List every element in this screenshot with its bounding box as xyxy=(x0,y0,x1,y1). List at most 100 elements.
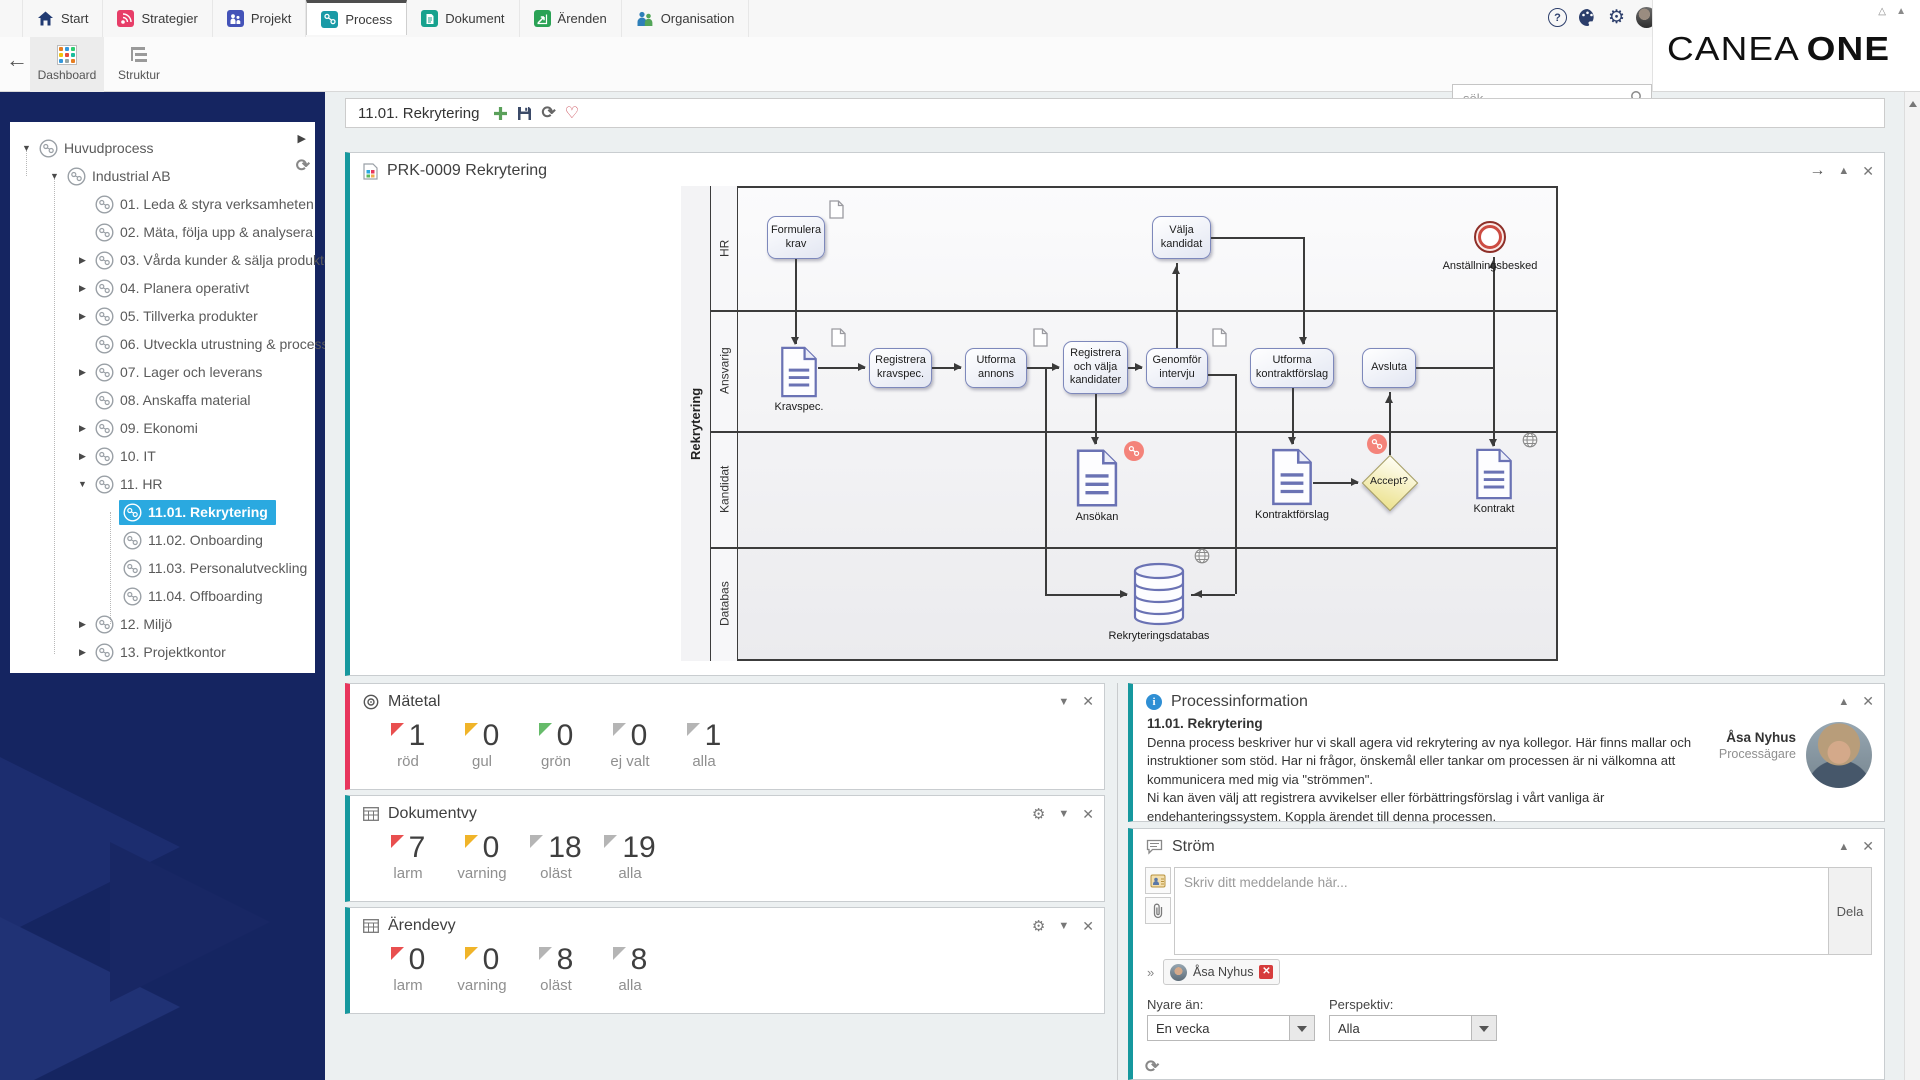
help-icon[interactable]: ? xyxy=(1548,8,1567,27)
stat-varning[interactable]: 0varning xyxy=(456,832,508,882)
tab-arenden[interactable]: Ärenden xyxy=(520,0,622,37)
tree-item-11-01-rekrytering[interactable]: 11.01. Rekrytering xyxy=(10,498,315,526)
remove-recipient-icon[interactable]: ✕ xyxy=(1259,965,1273,979)
tree-item-04-planera-operativt[interactable]: ▶ 04. Planera operativt xyxy=(10,274,315,302)
stat-larm[interactable]: 7larm xyxy=(382,832,434,882)
tree-expander-icon[interactable]: ▶ xyxy=(74,647,91,658)
bpmn-doc-kontraktforslag_doc[interactable] xyxy=(1271,448,1313,511)
tree-item-13-projektkontor[interactable]: ▶ 13. Projektkontor xyxy=(10,638,315,666)
bpmn-doc-ansokan_doc[interactable] xyxy=(1076,448,1118,513)
scroll-top-icon[interactable]: ▲ xyxy=(1896,6,1906,17)
tree-item-10-it[interactable]: ▶ 10. IT xyxy=(10,442,315,470)
tree-expander-icon[interactable]: ▶ xyxy=(74,255,91,266)
stream-refresh-icon[interactable]: ⟳ xyxy=(1145,1057,1159,1077)
attach-button[interactable] xyxy=(1145,897,1171,924)
close-panel-icon[interactable]: ✕ xyxy=(1862,163,1874,180)
collapse-panel-icon[interactable]: ▼ xyxy=(1058,920,1069,932)
tree-expander-icon[interactable]: ▶ xyxy=(74,423,91,434)
newer-than-select[interactable]: En vecka xyxy=(1147,1015,1315,1041)
refresh-icon[interactable]: ⟳ xyxy=(541,103,555,123)
bpmn-task-registrera_valja[interactable]: Registrera och välja kandidater xyxy=(1063,341,1128,394)
stat-alla[interactable]: 8alla xyxy=(604,944,656,994)
tree-item-11-04-offboarding[interactable]: 11.04. Offboarding xyxy=(10,582,315,610)
tree-item-11-03-personalutveckling[interactable]: 11.03. Personalutveckling xyxy=(10,554,315,582)
bpmn-task-utforma_kontrakt[interactable]: Utforma kontraktförslag xyxy=(1250,348,1334,388)
tab-organisation[interactable]: Organisation xyxy=(622,0,750,37)
collapse-window-icon[interactable]: △ xyxy=(1878,6,1886,17)
settings-gear-icon[interactable]: ⚙ xyxy=(1032,805,1045,823)
close-panel-icon[interactable]: ✕ xyxy=(1082,806,1094,823)
add-icon[interactable] xyxy=(493,106,508,121)
stat-oläst[interactable]: 8oläst xyxy=(530,944,582,994)
tree-item-08-anskaffa-material[interactable]: 08. Anskaffa material xyxy=(10,386,315,414)
recipient-chip[interactable]: Åsa Nyhus ✕ xyxy=(1163,959,1280,985)
tree-item-07-lager-och-leverans[interactable]: ▶ 07. Lager och leverans xyxy=(10,358,315,386)
collapse-panel-icon[interactable]: ▼ xyxy=(1058,808,1069,820)
tree-item-industrial-ab[interactable]: ▼ Industrial AB xyxy=(10,162,315,190)
tree-item-huvudprocess[interactable]: ▼ Huvudprocess xyxy=(10,134,315,162)
scroll-up-icon[interactable] xyxy=(1909,97,1917,107)
bpmn-doc-kontrakt_doc[interactable] xyxy=(1474,448,1514,505)
bpmn-task-avsluta[interactable]: Avsluta xyxy=(1362,348,1416,388)
collapse-panel-icon[interactable]: ▲ xyxy=(1838,696,1849,708)
bpmn-doc-kravspec_doc[interactable] xyxy=(780,346,818,403)
dropdown-arrow-icon[interactable] xyxy=(1289,1016,1314,1040)
owner-avatar[interactable] xyxy=(1806,722,1872,788)
bpmn-task-registrera[interactable]: Registrera kravspec. xyxy=(869,348,932,388)
stat-röd[interactable]: 1röd xyxy=(382,720,434,770)
tree-expander-icon[interactable]: ▶ xyxy=(74,367,91,378)
tree-item-02-m-ta-f-lja-upp-analysera[interactable]: 02. Mäta, följa upp & analysera xyxy=(10,218,315,246)
bpmn-task-formulera[interactable]: Formulera krav xyxy=(767,216,825,259)
save-icon[interactable] xyxy=(517,106,532,121)
tab-process[interactable]: Process xyxy=(306,0,407,35)
tab-projekt[interactable]: Projekt xyxy=(213,0,306,37)
tree-expander-icon[interactable]: ▶ xyxy=(74,619,91,630)
subtab-dashboard[interactable]: Dashboard xyxy=(30,37,104,92)
stat-gul[interactable]: 0gul xyxy=(456,720,508,770)
close-panel-icon[interactable]: ✕ xyxy=(1082,693,1094,710)
open-diagram-icon[interactable]: → xyxy=(1809,162,1825,180)
tree-expander-icon[interactable]: ▶ xyxy=(74,451,91,462)
palette-icon[interactable] xyxy=(1578,8,1597,27)
tab-start[interactable]: Start xyxy=(22,0,103,37)
tab-strategier[interactable]: Strategier xyxy=(103,0,212,37)
tree-expander-icon[interactable]: ▶ xyxy=(74,283,91,294)
favorite-heart-icon[interactable]: ♡ xyxy=(565,103,579,123)
tree-expander-icon[interactable]: ▼ xyxy=(46,171,63,181)
main-scrollbar[interactable] xyxy=(1904,92,1920,1080)
close-panel-icon[interactable]: ✕ xyxy=(1862,693,1874,710)
share-button[interactable]: Dela xyxy=(1828,867,1872,955)
dropdown-arrow-icon[interactable] xyxy=(1471,1016,1496,1040)
stat-ej-valt[interactable]: 0ej valt xyxy=(604,720,656,770)
tree-item-12-milj-[interactable]: ▶ 12. Miljö xyxy=(10,610,315,638)
tree-item-03-v-rda-kunder-s-lja-produkter[interactable]: ▶ 03. Vårda kunder & sälja produkter xyxy=(10,246,315,274)
stat-alla[interactable]: 19alla xyxy=(604,832,656,882)
stat-varning[interactable]: 0varning xyxy=(456,944,508,994)
collapse-panel-icon[interactable]: ▲ xyxy=(1838,165,1849,177)
perspective-select[interactable]: Alla xyxy=(1329,1015,1497,1041)
tree-item-05-tillverka-produkter[interactable]: ▶ 05. Tillverka produkter xyxy=(10,302,315,330)
bpmn-task-valja[interactable]: Välja kandidat xyxy=(1152,216,1211,259)
owner-name[interactable]: Åsa Nyhus xyxy=(1719,730,1796,745)
back-arrow-icon[interactable]: ← xyxy=(6,47,28,73)
tree-expander-icon[interactable]: ▶ xyxy=(74,311,91,322)
bpmn-task-genomfor[interactable]: Genomför intervju xyxy=(1146,348,1208,388)
subtab-struktur[interactable]: Struktur xyxy=(108,37,170,92)
tree-item-11-02-onboarding[interactable]: 11.02. Onboarding xyxy=(10,526,315,554)
close-panel-icon[interactable]: ✕ xyxy=(1862,838,1874,855)
tree-item-01-leda-styra-verksamheten[interactable]: 01. Leda & styra verksamheten xyxy=(10,190,315,218)
settings-gear-icon[interactable]: ⚙ xyxy=(1032,917,1045,935)
stat-grön[interactable]: 0grön xyxy=(530,720,582,770)
stat-alla[interactable]: 1alla xyxy=(678,720,730,770)
tree-item-06-utveckla-utrustning-processer[interactable]: 06. Utveckla utrustning & processer xyxy=(10,330,315,358)
collapse-panel-icon[interactable]: ▲ xyxy=(1838,841,1849,853)
bpmn-task-utforma_annons[interactable]: Utforma annons xyxy=(965,348,1027,388)
tree-item-09-ekonomi[interactable]: ▶ 09. Ekonomi xyxy=(10,414,315,442)
close-panel-icon[interactable]: ✕ xyxy=(1082,918,1094,935)
tree-expander-icon[interactable]: ▼ xyxy=(18,143,35,153)
stat-larm[interactable]: 0larm xyxy=(382,944,434,994)
tab-dokument[interactable]: Dokument xyxy=(407,0,519,37)
bpmn-gateway-accept[interactable]: Accept? xyxy=(1362,455,1416,509)
bpmn-database[interactable] xyxy=(1131,562,1187,631)
tree-expander-icon[interactable]: ▼ xyxy=(74,479,91,489)
